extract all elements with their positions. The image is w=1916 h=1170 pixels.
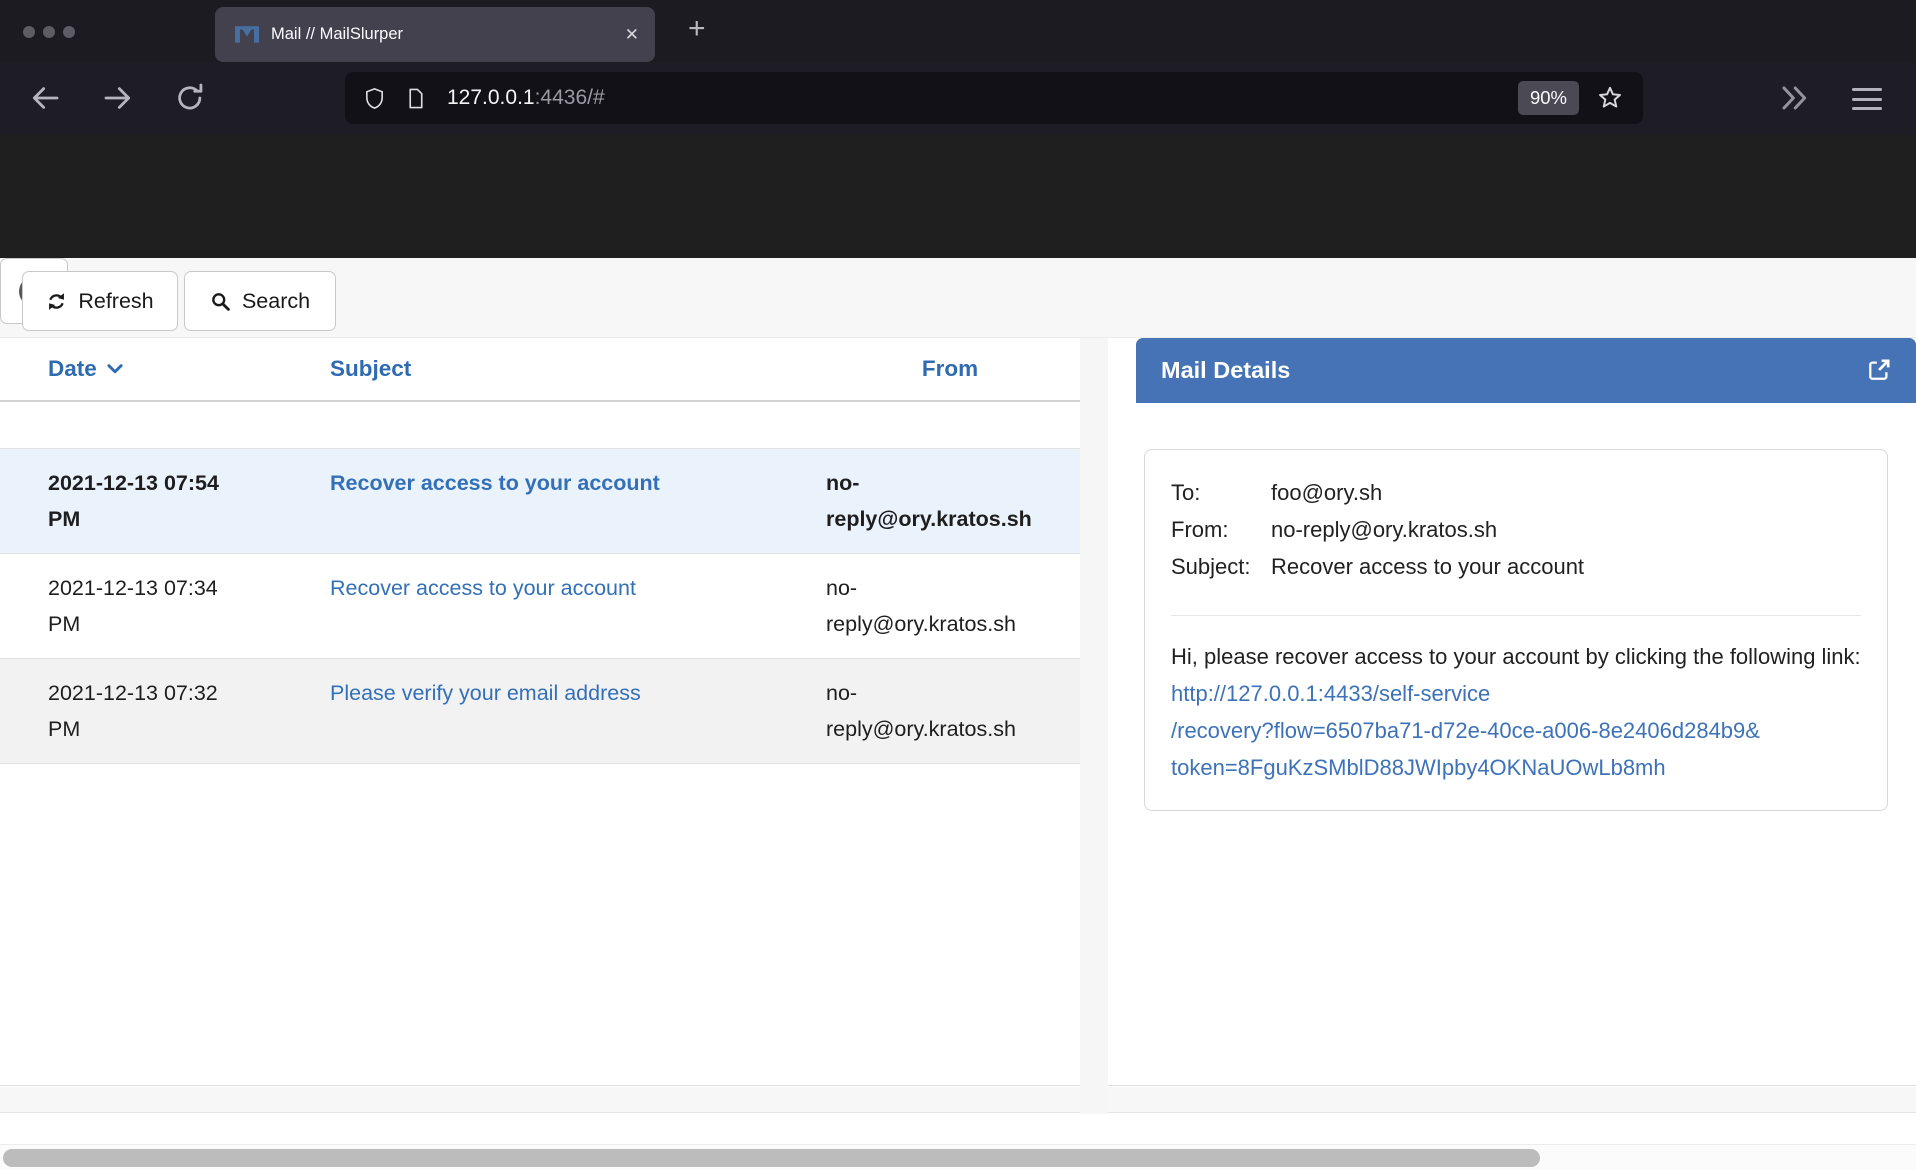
back-icon[interactable] bbox=[29, 82, 61, 114]
window-dot-icon bbox=[23, 26, 35, 38]
mail-from: no-reply@ory.kratos.sh bbox=[820, 675, 1041, 747]
browser-nav-bar: 127.0.0.1:4436/# 90% bbox=[0, 62, 1916, 135]
mail-subject-link[interactable]: Recover access to your account bbox=[330, 471, 660, 495]
bottom-band-right bbox=[1108, 1087, 1916, 1113]
mail-subject-link[interactable]: Recover access to your account bbox=[330, 576, 636, 600]
overflow-chevrons-icon[interactable] bbox=[1779, 84, 1809, 112]
scrollbar-thumb[interactable] bbox=[3, 1149, 1540, 1167]
window-controls[interactable] bbox=[23, 26, 75, 38]
to-label: To: bbox=[1171, 474, 1271, 511]
mail-rows: 2021-12-13 07:54 PM Recover access to yo… bbox=[0, 448, 1080, 764]
field-from: From: no-reply@ory.kratos.sh bbox=[1171, 511, 1861, 548]
bottom-band-left bbox=[0, 1087, 1080, 1113]
search-label: Search bbox=[242, 289, 310, 314]
sort-chevron-down-icon bbox=[107, 364, 123, 374]
mail-from: no-reply@ory.kratos.sh bbox=[820, 570, 1041, 642]
url-rest: :4436/# bbox=[535, 86, 605, 109]
page-info-icon[interactable] bbox=[404, 87, 427, 110]
mail-row[interactable]: 2021-12-13 07:34 PM Recover access to yo… bbox=[0, 554, 1080, 659]
window-dot-icon bbox=[63, 26, 75, 38]
url-text[interactable]: 127.0.0.1:4436/# bbox=[447, 86, 1518, 110]
column-header-subject[interactable]: Subject bbox=[300, 356, 820, 382]
column-header-date[interactable]: Date bbox=[0, 356, 300, 382]
recovery-link[interactable]: http://127.0.0.1:4433/self-service/recov… bbox=[1171, 681, 1760, 780]
bookmark-star-icon[interactable] bbox=[1597, 85, 1623, 111]
mail-list-panel: Date Subject From 2021-12-13 07:54 PM Re… bbox=[0, 338, 1080, 1086]
column-header-from[interactable]: From bbox=[820, 356, 1080, 382]
body-intro: Hi, please recover access to your accoun… bbox=[1171, 644, 1861, 669]
mail-list-header: Date Subject From bbox=[0, 338, 1080, 402]
browser-tab[interactable]: Mail // MailSlurper ✕ bbox=[215, 7, 655, 62]
from-value: no-reply@ory.kratos.sh bbox=[1271, 511, 1861, 548]
mail-details-title: Mail Details bbox=[1136, 357, 1865, 384]
panel-gutter bbox=[1080, 338, 1108, 1114]
mail-date: 2021-12-13 07:32 PM bbox=[48, 675, 223, 747]
mail-subject-link[interactable]: Please verify your email address bbox=[330, 681, 641, 705]
mail-from: no-reply@ory.kratos.sh bbox=[820, 465, 1041, 537]
mail-date: 2021-12-13 07:54 PM bbox=[48, 465, 223, 537]
field-to: To: foo@ory.sh bbox=[1171, 474, 1861, 511]
hamburger-menu-icon[interactable] bbox=[1852, 88, 1882, 110]
mailslurper-favicon-icon bbox=[235, 26, 259, 43]
subject-value: Recover access to your account bbox=[1271, 548, 1861, 585]
refresh-button[interactable]: Refresh bbox=[22, 271, 178, 331]
window-dot-icon bbox=[43, 26, 55, 38]
search-button[interactable]: Search bbox=[184, 271, 336, 331]
tab-title: Mail // MailSlurper bbox=[271, 25, 625, 44]
refresh-label: Refresh bbox=[78, 289, 153, 314]
subject-label: Subject: bbox=[1171, 548, 1271, 585]
search-icon bbox=[210, 291, 231, 312]
browser-tab-strip: Mail // MailSlurper ✕ + bbox=[0, 0, 1916, 62]
to-value: foo@ory.sh bbox=[1271, 474, 1861, 511]
url-bar[interactable]: 127.0.0.1:4436/# 90% bbox=[345, 72, 1643, 124]
mail-row[interactable]: 2021-12-13 07:32 PM Please verify your e… bbox=[0, 659, 1080, 764]
mail-details-header: Mail Details bbox=[1136, 338, 1916, 403]
external-link-icon[interactable] bbox=[1865, 357, 1892, 384]
tab-close-icon[interactable]: ✕ bbox=[625, 25, 639, 45]
shield-icon[interactable] bbox=[363, 87, 386, 110]
mail-toolbar: Refresh Search i bbox=[0, 258, 1916, 338]
horizontal-scrollbar[interactable] bbox=[0, 1144, 1916, 1170]
mail-detail-card: To: foo@ory.sh From: no-reply@ory.kratos… bbox=[1144, 449, 1888, 811]
mail-row[interactable]: 2021-12-13 07:54 PM Recover access to yo… bbox=[0, 449, 1080, 554]
app-header: s ⚙ bbox=[0, 135, 1916, 258]
mail-body: Hi, please recover access to your accoun… bbox=[1171, 638, 1861, 786]
reload-icon[interactable] bbox=[174, 82, 206, 114]
detail-divider bbox=[1171, 615, 1861, 616]
refresh-icon bbox=[46, 291, 67, 312]
zoom-level-badge[interactable]: 90% bbox=[1518, 81, 1579, 115]
mail-details-panel: Mail Details To: foo@ory.sh From: no-rep… bbox=[1108, 338, 1916, 1086]
field-subject: Subject: Recover access to your account bbox=[1171, 548, 1861, 585]
mail-date: 2021-12-13 07:34 PM bbox=[48, 570, 223, 642]
forward-icon[interactable] bbox=[102, 82, 134, 114]
new-tab-button[interactable]: + bbox=[688, 12, 706, 46]
from-label: From: bbox=[1171, 511, 1271, 548]
url-host: 127.0.0.1 bbox=[447, 86, 535, 109]
